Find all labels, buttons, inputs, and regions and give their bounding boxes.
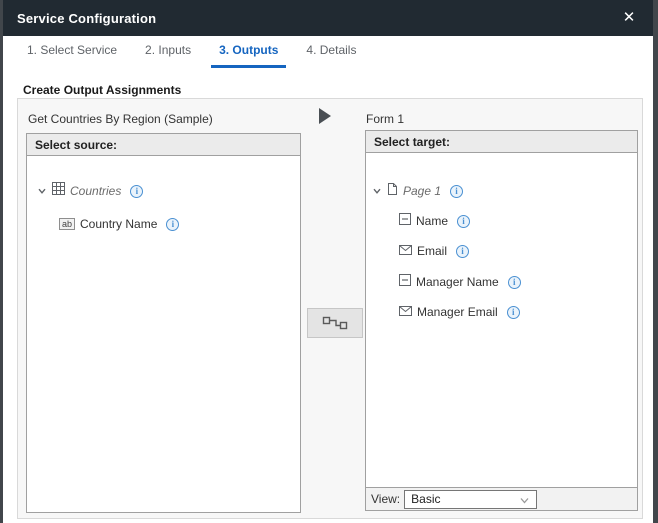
dialog-title: Service Configuration	[17, 11, 156, 26]
source-panel-title: Get Countries By Region (Sample)	[28, 112, 213, 126]
info-icon[interactable]: i	[130, 185, 143, 198]
text-ab-icon: ab	[59, 218, 75, 230]
tree-label-manager-email[interactable]: Manager Email	[417, 305, 498, 319]
tree-row-page-1[interactable]: Page 1 i	[372, 182, 463, 200]
dialog-header: Service Configuration ✕	[3, 0, 653, 36]
tab-inputs[interactable]: 2. Inputs	[137, 36, 199, 68]
view-bar: View: Basic	[366, 487, 637, 510]
section-heading: Create Output Assignments	[23, 83, 181, 97]
view-label: View:	[371, 492, 400, 506]
source-tree-box: Select source: Countries i ab Country Na…	[26, 133, 301, 513]
tree-row-countries[interactable]: Countries i	[37, 182, 143, 200]
tree-row-email[interactable]: Email i	[399, 242, 469, 260]
info-icon[interactable]: i	[457, 215, 470, 228]
chevron-down-icon	[519, 495, 530, 509]
email-icon	[399, 303, 412, 321]
tree-label-email[interactable]: Email	[417, 244, 447, 258]
wizard-tabbar: 1. Select Service 2. Inputs 3. Outputs 4…	[3, 36, 653, 68]
tab-details[interactable]: 4. Details	[298, 36, 364, 68]
tree-row-manager-email[interactable]: Manager Email i	[399, 303, 520, 321]
table-icon	[52, 182, 65, 200]
tab-outputs[interactable]: 3. Outputs	[211, 36, 286, 68]
info-icon[interactable]: i	[456, 245, 469, 258]
tree-row-manager-name[interactable]: Manager Name i	[399, 273, 521, 291]
email-icon	[399, 242, 412, 260]
textfield-icon	[399, 273, 411, 291]
tree-label-countries[interactable]: Countries	[70, 184, 121, 198]
tab-select-service[interactable]: 1. Select Service	[19, 36, 125, 68]
service-configuration-dialog: Service Configuration ✕ 1. Select Servic…	[3, 0, 653, 523]
info-icon[interactable]: i	[166, 218, 179, 231]
close-icon[interactable]: ✕	[619, 8, 639, 28]
target-tree-box: Select target: Page 1 i Name	[365, 130, 638, 511]
info-icon[interactable]: i	[450, 185, 463, 198]
chevron-down-icon[interactable]	[37, 186, 47, 196]
tree-row-name[interactable]: Name i	[399, 212, 470, 230]
output-assignments-container: Get Countries By Region (Sample) Form 1 …	[17, 98, 643, 519]
view-select[interactable]: Basic	[404, 490, 537, 509]
page-icon	[387, 182, 398, 201]
tree-label-page-1[interactable]: Page 1	[403, 184, 441, 198]
info-icon[interactable]: i	[508, 276, 521, 289]
target-tree-header: Select target:	[366, 131, 637, 153]
tree-label-manager-name[interactable]: Manager Name	[416, 275, 499, 289]
source-tree-header: Select source:	[27, 134, 300, 156]
play-right-icon	[319, 108, 331, 124]
map-fields-icon	[321, 315, 349, 331]
info-icon[interactable]: i	[507, 306, 520, 319]
textfield-icon	[399, 212, 411, 230]
view-select-value: Basic	[411, 492, 440, 506]
map-fields-button[interactable]	[307, 308, 363, 338]
tree-row-country-name[interactable]: ab Country Name i	[59, 215, 179, 233]
chevron-down-icon[interactable]	[372, 186, 382, 196]
tree-label-name[interactable]: Name	[416, 214, 448, 228]
target-panel-title: Form 1	[366, 112, 404, 126]
tree-label-country-name[interactable]: Country Name	[80, 217, 157, 231]
